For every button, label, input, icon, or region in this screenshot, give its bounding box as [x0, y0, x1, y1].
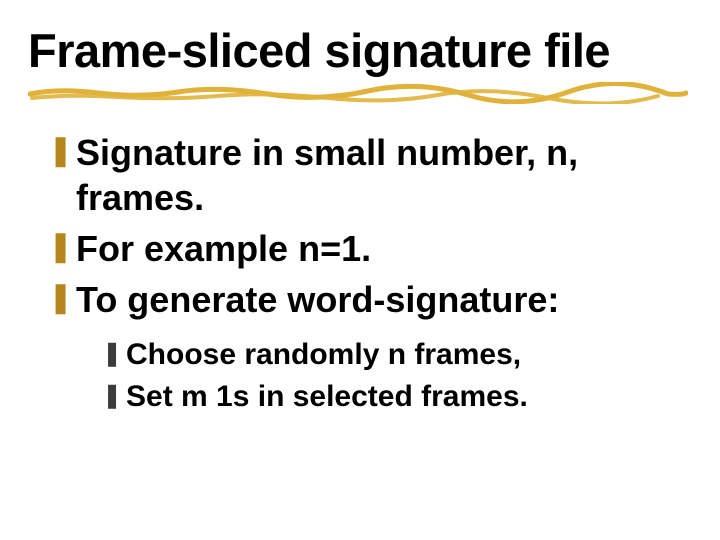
list-item: ❚ Set m 1s in selected frames.	[102, 378, 678, 416]
list-item-text: Signature in small number, n, frames.	[76, 130, 678, 220]
bullet-icon: ❚	[48, 130, 76, 172]
bullet-icon: ❚	[48, 226, 76, 268]
title-underline-icon	[28, 82, 688, 104]
list-item-text: Set m 1s in selected frames.	[126, 378, 528, 416]
list-item-text: Choose randomly n frames,	[126, 336, 521, 374]
list-item-text: For example n=1.	[76, 226, 371, 271]
list-item-text: To generate word-signature:	[76, 277, 559, 322]
list-item: ❚ Signature in small number, n, frames.	[48, 130, 678, 220]
bullet-list: ❚ Signature in small number, n, frames. …	[48, 130, 678, 419]
bullet-icon: ❚	[102, 378, 126, 414]
slide: Frame-sliced signature file ❚ Signature …	[0, 0, 720, 540]
list-item: ❚ To generate word-signature:	[48, 277, 678, 322]
bullet-icon: ❚	[102, 336, 126, 372]
bullet-icon: ❚	[48, 277, 76, 319]
list-item: ❚ Choose randomly n frames,	[102, 336, 678, 374]
list-item: ❚ For example n=1.	[48, 226, 678, 271]
sub-list: ❚ Choose randomly n frames, ❚ Set m 1s i…	[102, 336, 678, 415]
title-wrap: Frame-sliced signature file	[28, 26, 688, 75]
slide-title: Frame-sliced signature file	[28, 26, 688, 75]
